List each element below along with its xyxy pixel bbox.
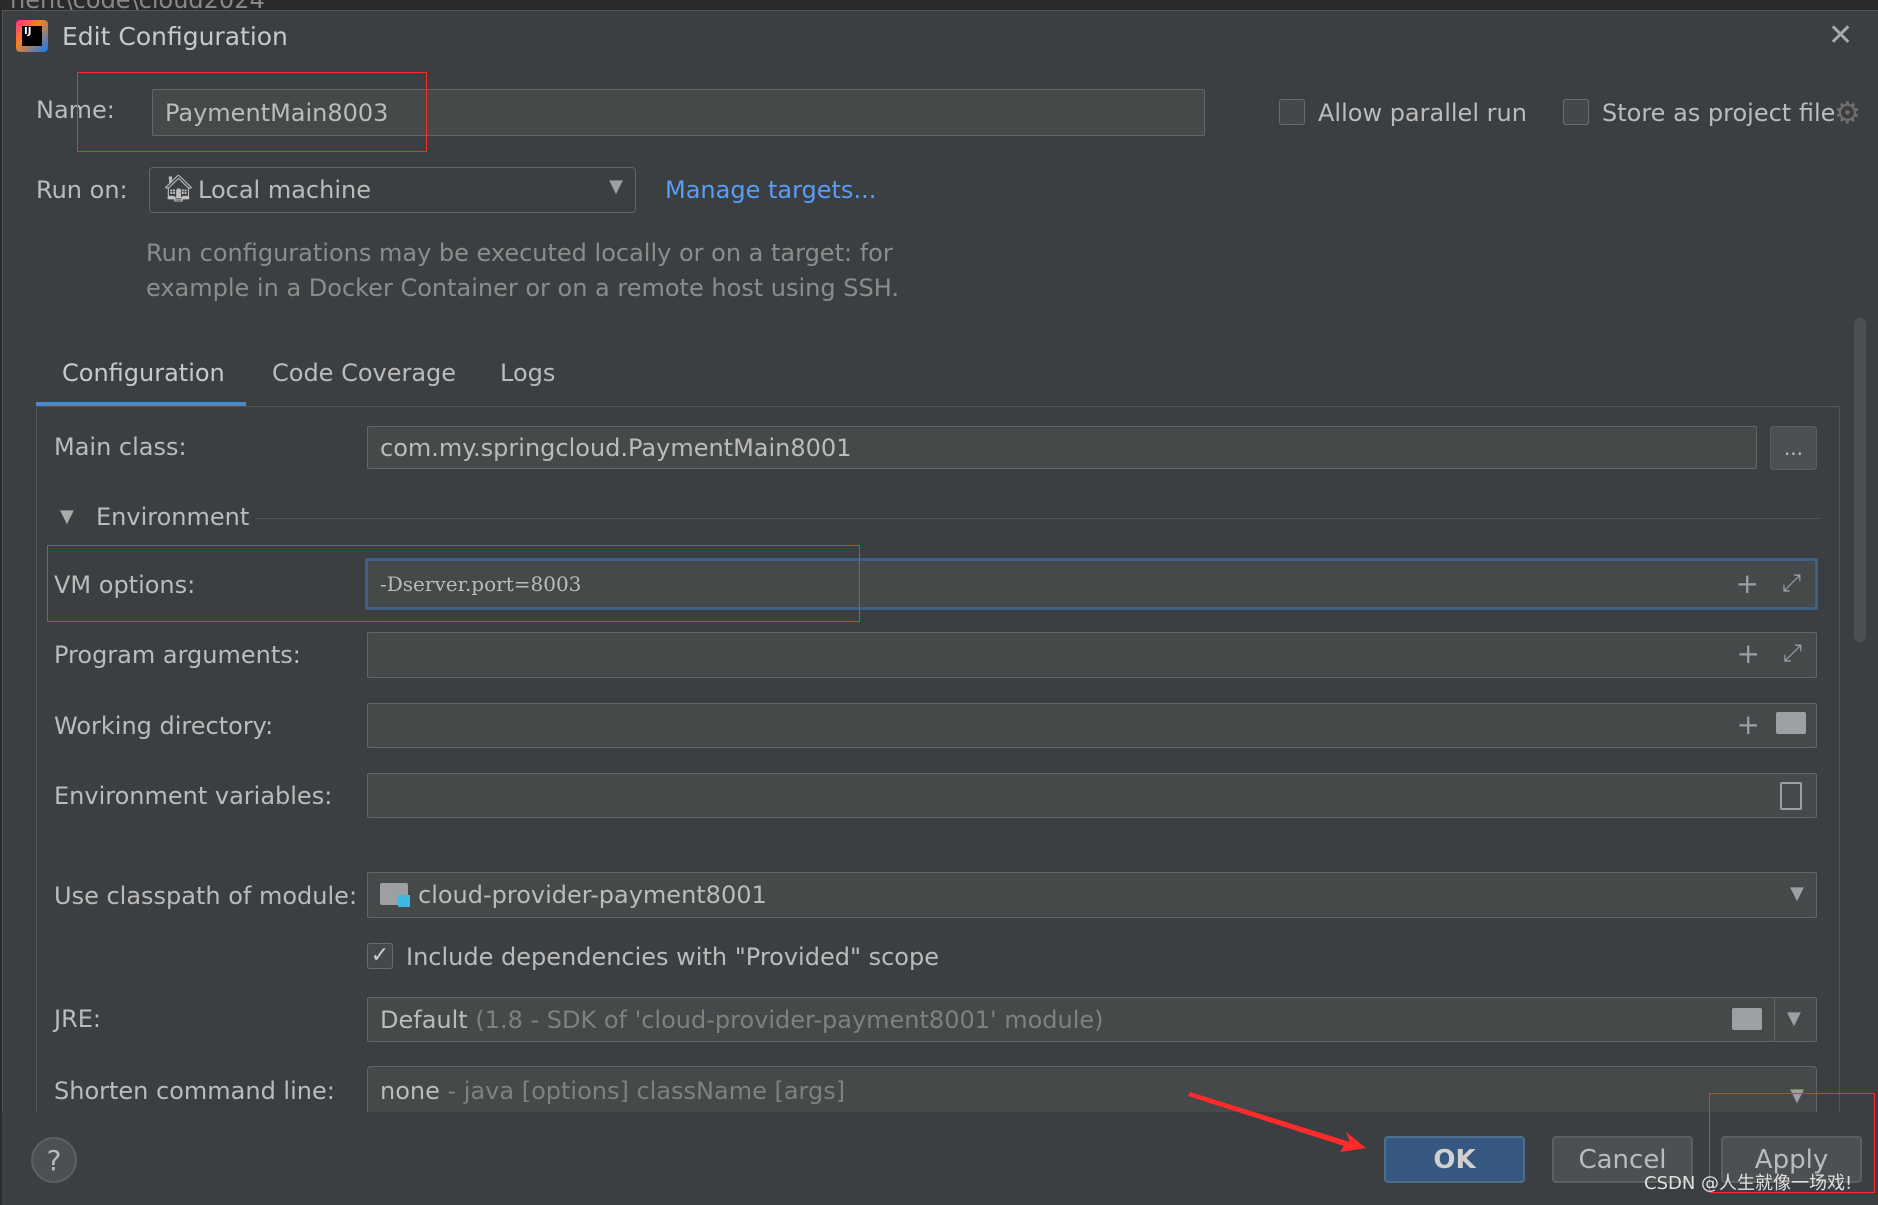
jre-input[interactable]: Default (1.8 - SDK of 'cloud-provider-pa… <box>367 997 1775 1042</box>
environment-section-label[interactable]: Environment <box>96 503 249 531</box>
run-on-dropdown[interactable]: 🏠︎ Local machine ▼ <box>149 167 636 213</box>
document-list-icon[interactable] <box>1780 782 1802 810</box>
working-directory-label: Working directory: <box>54 712 274 740</box>
folder-icon[interactable] <box>1732 1008 1762 1030</box>
add-icon[interactable]: + <box>1737 637 1760 670</box>
tab-code-coverage[interactable]: Code Coverage <box>272 359 456 387</box>
help-button[interactable]: ? <box>31 1137 77 1183</box>
jre-value: Default <box>380 1005 468 1034</box>
vm-options-label: VM options: <box>54 571 196 599</box>
classpath-module-label: Use classpath of module: <box>54 882 358 910</box>
chevron-down-icon: ▼ <box>609 176 623 197</box>
manage-targets-link[interactable]: Manage targets... <box>665 176 876 204</box>
environment-variables-input[interactable] <box>367 773 1817 818</box>
expand-icon[interactable]: ⤢ <box>1783 639 1802 667</box>
store-as-project-file-checkbox[interactable] <box>1563 99 1589 125</box>
module-folder-icon <box>380 883 410 907</box>
add-icon[interactable]: + <box>1737 708 1760 741</box>
run-on-description-line-1: Run configurations may be executed local… <box>146 239 893 267</box>
watermark: CSDN @人生就像一场戏! <box>1644 1173 1853 1194</box>
allow-parallel-run-label: Allow parallel run <box>1318 99 1527 127</box>
store-as-project-file-label: Store as project file <box>1602 99 1836 127</box>
main-class-input[interactable]: com.my.springcloud.PaymentMain8001 <box>367 426 1757 469</box>
include-dependencies-label: Include dependencies with "Provided" sco… <box>406 943 939 971</box>
program-arguments-input[interactable]: + ⤢ <box>367 632 1817 678</box>
red-arrow-annotation <box>1188 1092 1366 1152</box>
intellij-logo-icon: IJ <box>16 20 48 52</box>
close-icon[interactable]: ✕ <box>1828 18 1853 53</box>
dialog-title: Edit Configuration <box>62 22 288 51</box>
chevron-down-icon: ▼ <box>1790 1085 1804 1106</box>
jre-hint: (1.8 - SDK of 'cloud-provider-payment800… <box>475 1005 1104 1034</box>
tab-configuration[interactable]: Configuration <box>62 359 225 387</box>
expand-icon[interactable]: ⤢ <box>1782 569 1801 597</box>
chevron-down-icon: ▼ <box>1790 883 1804 904</box>
environment-separator <box>256 518 1820 519</box>
collapse-triangle-icon[interactable]: ▼ <box>60 506 74 527</box>
browse-main-class-button[interactable]: ... <box>1770 426 1817 470</box>
shorten-hint: - java [options] className [args] <box>447 1076 846 1105</box>
home-icon: 🏠︎ <box>162 174 196 204</box>
folder-icon[interactable] <box>1776 712 1806 734</box>
scrollbar[interactable] <box>1854 318 1866 642</box>
name-label: Name: <box>36 96 115 124</box>
gear-icon[interactable]: ⚙ <box>1834 96 1861 131</box>
jre-dropdown-button[interactable]: ▼ <box>1774 997 1817 1042</box>
tab-logs[interactable]: Logs <box>500 359 555 387</box>
program-arguments-label: Program arguments: <box>54 641 301 669</box>
include-dependencies-checkbox[interactable]: ✓ <box>367 943 393 969</box>
environment-variables-label: Environment variables: <box>54 782 333 810</box>
chevron-down-icon: ▼ <box>1787 1008 1801 1029</box>
ok-button[interactable]: OK <box>1384 1136 1525 1183</box>
shorten-value: none <box>380 1076 440 1105</box>
shorten-command-line-label: Shorten command line: <box>54 1077 335 1105</box>
allow-parallel-run-checkbox[interactable] <box>1279 99 1305 125</box>
add-icon[interactable]: + <box>1736 567 1759 600</box>
classpath-module-dropdown[interactable]: cloud-provider-payment8001 ▼ <box>367 872 1817 918</box>
shorten-command-line-dropdown[interactable]: none - java [options] className [args] ▼ <box>367 1066 1817 1114</box>
run-on-label: Run on: <box>36 176 128 204</box>
jre-label: JRE: <box>54 1005 102 1033</box>
working-directory-input[interactable]: + <box>367 703 1817 748</box>
vm-options-input[interactable]: -Dserver.port=8003 + ⤢ <box>365 558 1818 610</box>
run-on-description-line-2: example in a Docker Container or on a re… <box>146 274 899 302</box>
name-input[interactable]: PaymentMain8003 <box>152 89 1205 136</box>
main-class-label: Main class: <box>54 433 187 461</box>
